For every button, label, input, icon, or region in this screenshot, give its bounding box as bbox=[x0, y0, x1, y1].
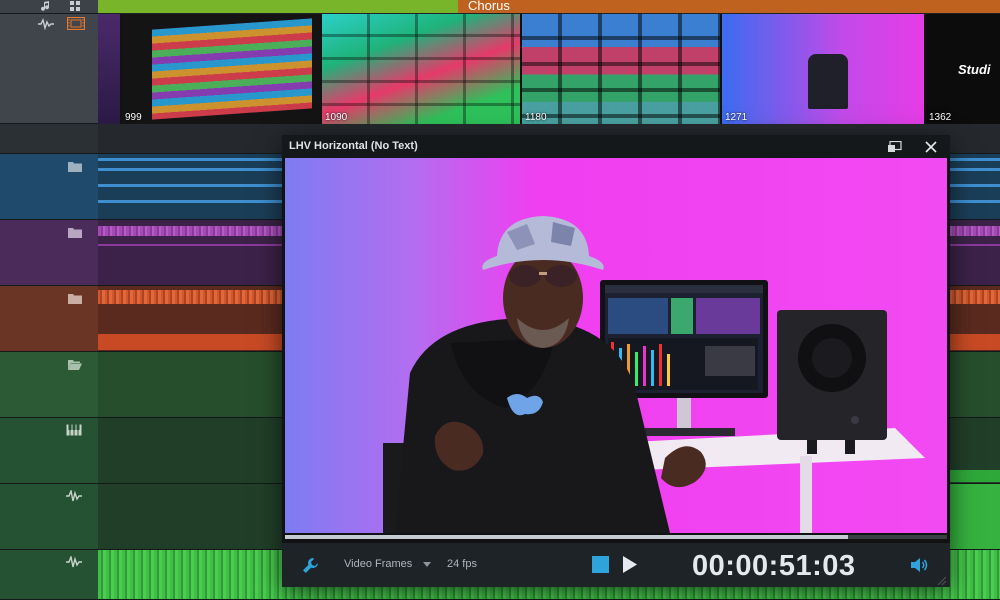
playback-scrubber[interactable] bbox=[285, 535, 947, 539]
arranger-section-label: Chorus bbox=[468, 0, 510, 13]
fps-label: 24 fps bbox=[447, 558, 477, 570]
video-thumbnail[interactable]: Studi 1362 bbox=[926, 14, 1000, 124]
playback-progress bbox=[285, 535, 848, 539]
stop-button[interactable] bbox=[592, 556, 609, 573]
track-header-5[interactable] bbox=[0, 418, 98, 484]
audio-clip[interactable] bbox=[948, 484, 1000, 549]
track-header-6[interactable] bbox=[0, 484, 98, 550]
frame-mode-dropdown[interactable]: Video Frames bbox=[344, 558, 412, 570]
folder-open-icon bbox=[68, 360, 82, 370]
piano-icon bbox=[66, 424, 82, 436]
waveform-icon bbox=[38, 18, 54, 30]
track-header-spacer bbox=[0, 124, 98, 154]
arranger-section-chorus[interactable]: Chorus bbox=[458, 0, 1000, 13]
volume-icon[interactable] bbox=[911, 557, 929, 573]
arranger-section-green[interactable] bbox=[98, 0, 458, 13]
play-button[interactable] bbox=[622, 555, 638, 574]
video-thumbnail[interactable]: 999 bbox=[122, 14, 322, 124]
audio-wave-icon bbox=[66, 556, 82, 568]
resize-grip-icon[interactable] bbox=[936, 575, 946, 585]
wrench-icon[interactable] bbox=[302, 557, 319, 574]
track-header-7[interactable] bbox=[0, 550, 98, 600]
folder-icon bbox=[68, 162, 82, 172]
video-thumbnail[interactable]: 1090 bbox=[322, 14, 522, 124]
audio-wave-icon bbox=[66, 490, 82, 502]
close-icon bbox=[925, 141, 937, 153]
video-window-title: LHV Horizontal (No Text) bbox=[289, 140, 418, 152]
video-thumbnail[interactable] bbox=[98, 14, 122, 124]
daw-arrange-view: Chorus 999 1090 1180 1271 Studi 1362 LHV… bbox=[0, 0, 1000, 600]
note-icon bbox=[41, 1, 50, 11]
track-header-4[interactable] bbox=[0, 352, 98, 418]
video-frame-image bbox=[285, 158, 947, 533]
folder-icon bbox=[68, 228, 82, 238]
chevron-down-icon[interactable] bbox=[423, 562, 431, 567]
audio-clip[interactable] bbox=[948, 470, 1000, 482]
video-window-titlebar[interactable]: LHV Horizontal (No Text) bbox=[282, 135, 950, 158]
video-thumbnail[interactable]: 1180 bbox=[522, 14, 722, 124]
track-header-1[interactable] bbox=[0, 154, 98, 220]
video-frame[interactable] bbox=[285, 158, 947, 533]
track-header-2[interactable] bbox=[0, 220, 98, 286]
track-header-video[interactable] bbox=[0, 14, 98, 124]
window-icon bbox=[888, 140, 902, 152]
timecode-display: 00:00:51:03 bbox=[692, 550, 856, 582]
video-thumbnail[interactable]: 1271 bbox=[722, 14, 926, 124]
video-transport-bar: Video Frames 24 fps 00:00:51:03 bbox=[282, 543, 950, 587]
grid-icon bbox=[70, 1, 80, 11]
film-icon bbox=[67, 17, 85, 30]
folder-icon bbox=[68, 294, 82, 304]
track-header-top[interactable] bbox=[0, 0, 98, 14]
close-button[interactable] bbox=[922, 138, 940, 156]
video-player-window[interactable]: LHV Horizontal (No Text) Video Frames 24… bbox=[282, 135, 950, 587]
detach-window-button[interactable] bbox=[886, 138, 904, 156]
track-header-3[interactable] bbox=[0, 286, 98, 352]
